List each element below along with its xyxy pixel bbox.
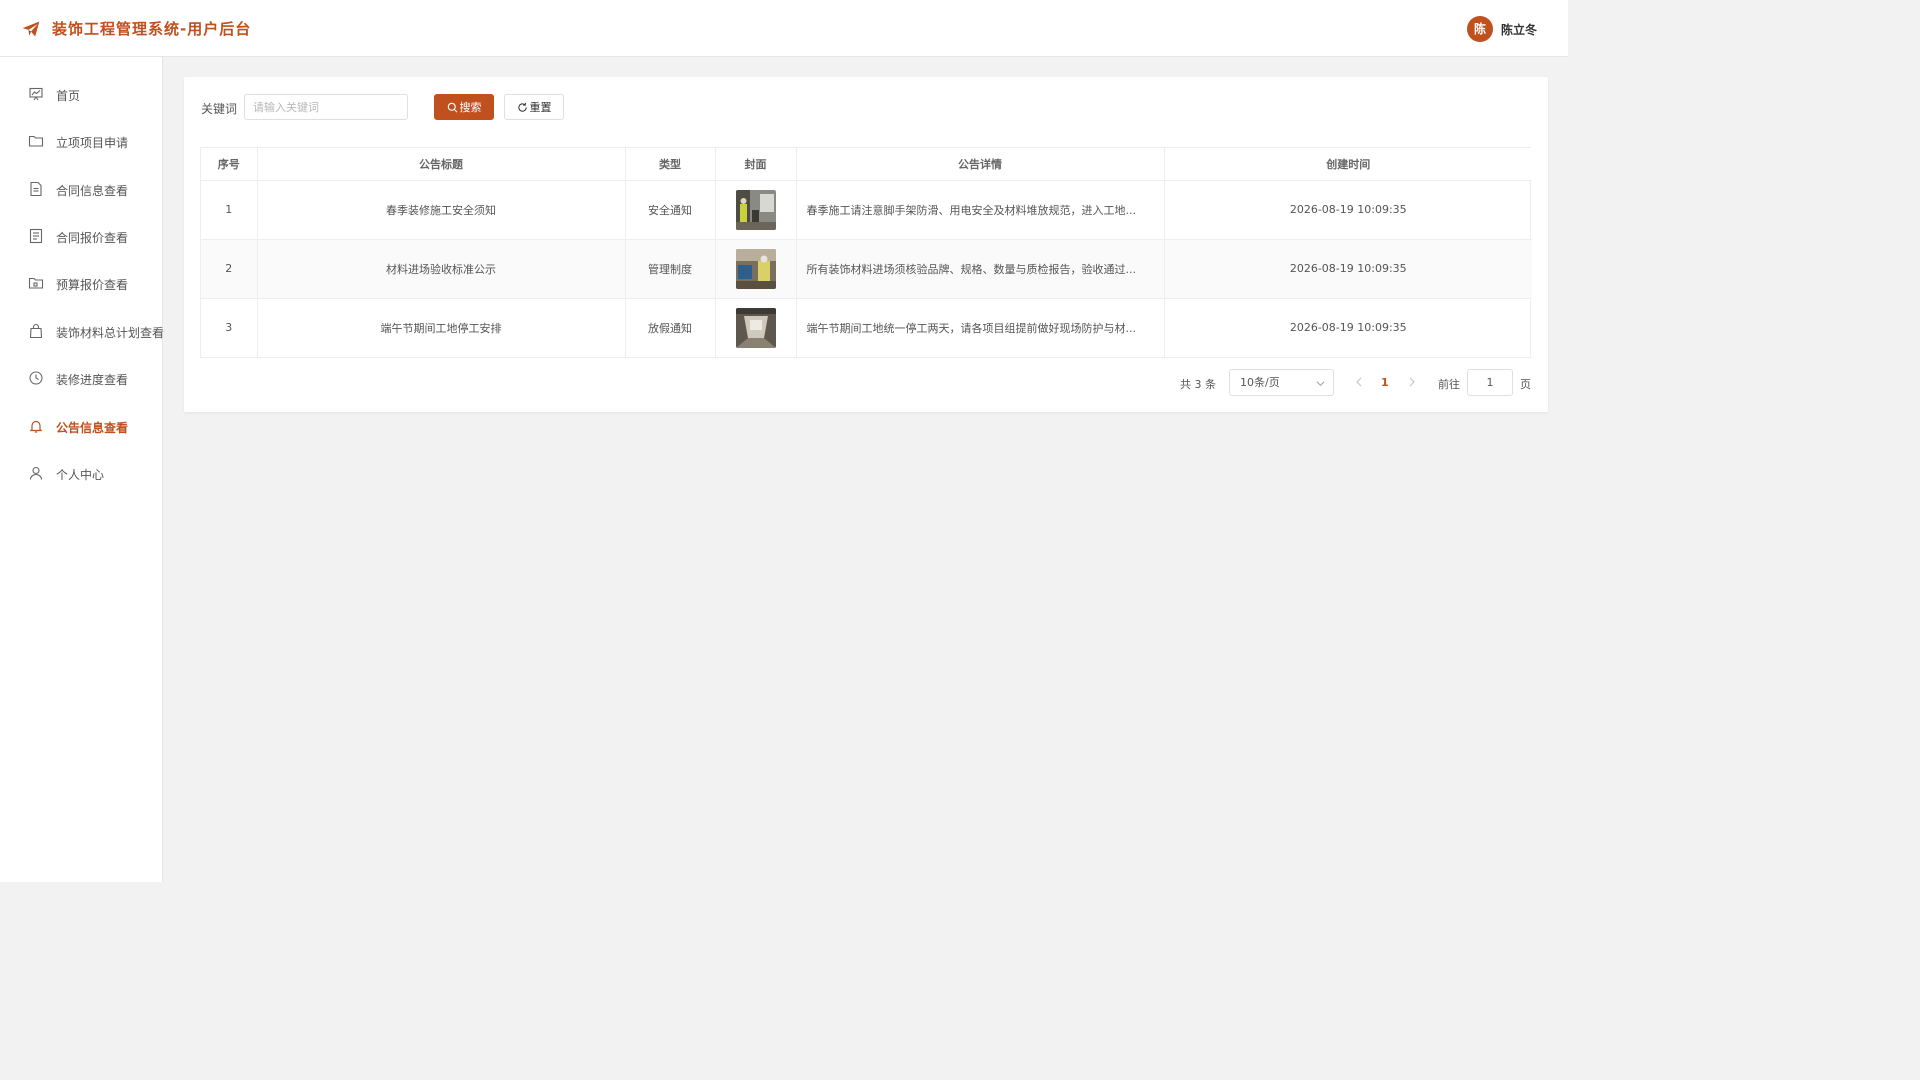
- cover-image[interactable]: [735, 307, 776, 348]
- cell-cover: [715, 239, 797, 299]
- reset-button[interactable]: 重置: [504, 94, 564, 120]
- sidebar-item-project-apply[interactable]: 立项项目申请: [0, 121, 163, 161]
- page-suffix-label: 页: [1520, 378, 1531, 391]
- shopping-bag-icon: [29, 323, 43, 339]
- keyword-input[interactable]: [244, 94, 408, 120]
- worker-photo-icon: [735, 248, 776, 289]
- cell-index: 1: [201, 180, 258, 240]
- sidebar: 首页 立项项目申请 合同信息查看 合同报价查看 预算报价查看 装饰材料总计划查看: [0, 57, 165, 882]
- search-icon: [447, 102, 457, 112]
- next-page-icon[interactable]: [1407, 375, 1417, 389]
- table-row[interactable]: 1 春季装修施工安全须知 安全通知 春季施工请注意脚手架防滑、用电安全及材料堆放…: [201, 180, 1532, 240]
- sidebar-item-budget-quote[interactable]: 预算报价查看: [0, 263, 163, 303]
- table-row[interactable]: 3 端午节期间工地停工安排 放假通知 端午节期间工地统一停工两天，请各项目组提前…: [201, 298, 1532, 358]
- cell-type: 放假通知: [625, 298, 716, 358]
- cell-detail: 春季施工请注意脚手架防滑、用电安全及材料堆放规范，进入工地...: [796, 180, 1165, 240]
- top-header: 装饰工程管理系统-用户后台 陈 陈立冬: [0, 0, 1568, 57]
- paper-plane-icon: [22, 21, 40, 37]
- sidebar-item-contract-info[interactable]: 合同信息查看: [0, 169, 163, 209]
- sidebar-item-label: 首页: [56, 89, 81, 103]
- avatar[interactable]: 陈: [1467, 16, 1493, 42]
- empty-room-photo-icon: [735, 307, 776, 348]
- announcement-table: 序号 公告标题 类型 封面 公告详情 创建时间 1 春季装修施工安全须知 安全通…: [200, 147, 1532, 358]
- page-size-value: 10条/页: [1240, 376, 1280, 389]
- column-header-cover: 封面: [715, 148, 797, 181]
- table-row[interactable]: 2 材料进场验收标准公示 管理制度 所有装饰材料进场须核验品牌、规格、数量与质检…: [201, 239, 1532, 299]
- cell-type: 安全通知: [625, 180, 716, 240]
- sidebar-item-contract-quote[interactable]: 合同报价查看: [0, 216, 163, 256]
- cell-cover: [715, 298, 797, 358]
- column-header-detail: 公告详情: [796, 148, 1165, 181]
- username[interactable]: 陈立冬: [1501, 21, 1537, 38]
- prev-page-icon[interactable]: [1354, 375, 1364, 389]
- column-header-type: 类型: [625, 148, 716, 181]
- sidebar-item-label: 合同报价查看: [56, 231, 129, 245]
- sidebar-item-profile[interactable]: 个人中心: [0, 453, 163, 493]
- page-number-current[interactable]: 1: [1381, 376, 1389, 389]
- sidebar-item-label: 个人中心: [56, 468, 105, 482]
- cell-detail: 所有装饰材料进场须核验品牌、规格、数量与质检报告，验收通过...: [796, 239, 1165, 299]
- list-document-icon: [29, 228, 43, 244]
- keyword-label: 关键词: [201, 102, 238, 116]
- refresh-icon: [517, 102, 527, 112]
- sidebar-item-announcements[interactable]: 公告信息查看: [0, 406, 163, 446]
- search-button-label: 搜索: [459, 101, 482, 114]
- cell-title: 材料进场验收标准公示: [257, 239, 626, 299]
- document-icon: [30, 181, 42, 197]
- cell-detail: 端午节期间工地统一停工两天，请各项目组提前做好现场防护与材...: [796, 298, 1165, 358]
- sidebar-item-material-plan[interactable]: 装饰材料总计划查看: [0, 311, 165, 351]
- chevron-down-icon: [1316, 381, 1325, 387]
- page-size-select[interactable]: 10条/页: [1229, 369, 1334, 396]
- cell-cover: [715, 180, 797, 240]
- sidebar-item-home[interactable]: 首页: [0, 74, 163, 114]
- user-icon: [29, 466, 43, 480]
- cell-created: 2026-08-19 10:09:35: [1164, 239, 1532, 299]
- clock-icon: [29, 371, 43, 385]
- sidebar-item-label: 公告信息查看: [56, 421, 129, 435]
- column-header-title: 公告标题: [257, 148, 626, 181]
- sidebar-item-label: 装饰材料总计划查看: [56, 326, 165, 340]
- cover-image[interactable]: [735, 248, 776, 289]
- construction-photo-icon: [735, 189, 776, 230]
- search-button[interactable]: 搜索: [434, 94, 494, 120]
- reset-button-label: 重置: [529, 101, 552, 114]
- goto-label: 前往: [1438, 378, 1460, 391]
- pagination-total: 共 3 条: [1180, 378, 1216, 391]
- folder-add-icon: [28, 277, 44, 289]
- sidebar-item-label: 装修进度查看: [56, 373, 129, 387]
- cell-created: 2026-08-19 10:09:35: [1164, 298, 1532, 358]
- table-header-row: 序号 公告标题 类型 封面 公告详情 创建时间: [201, 148, 1532, 181]
- cell-title: 春季装修施工安全须知: [257, 180, 626, 240]
- announcement-panel: 关键词 搜索 重置 序号 公告标题 类型 封面 公告详情 创建时间: [184, 77, 1548, 412]
- cell-type: 管理制度: [625, 239, 716, 299]
- sidebar-item-label: 立项项目申请: [56, 136, 129, 150]
- goto-page-input[interactable]: [1467, 369, 1513, 396]
- column-header-created: 创建时间: [1164, 148, 1532, 181]
- cell-index: 2: [201, 239, 258, 299]
- app-title: 装饰工程管理系统-用户后台: [52, 20, 252, 38]
- sidebar-item-label: 预算报价查看: [56, 278, 129, 292]
- sidebar-item-label: 合同信息查看: [56, 184, 129, 198]
- sidebar-item-progress[interactable]: 装修进度查看: [0, 358, 163, 398]
- dashboard-icon: [29, 87, 43, 101]
- cell-created: 2026-08-19 10:09:35: [1164, 180, 1532, 240]
- folder-icon: [28, 135, 44, 147]
- cover-image[interactable]: [735, 189, 776, 230]
- cell-title: 端午节期间工地停工安排: [257, 298, 626, 358]
- bell-icon: [29, 420, 43, 433]
- column-header-index: 序号: [201, 148, 258, 181]
- cell-index: 3: [201, 298, 258, 358]
